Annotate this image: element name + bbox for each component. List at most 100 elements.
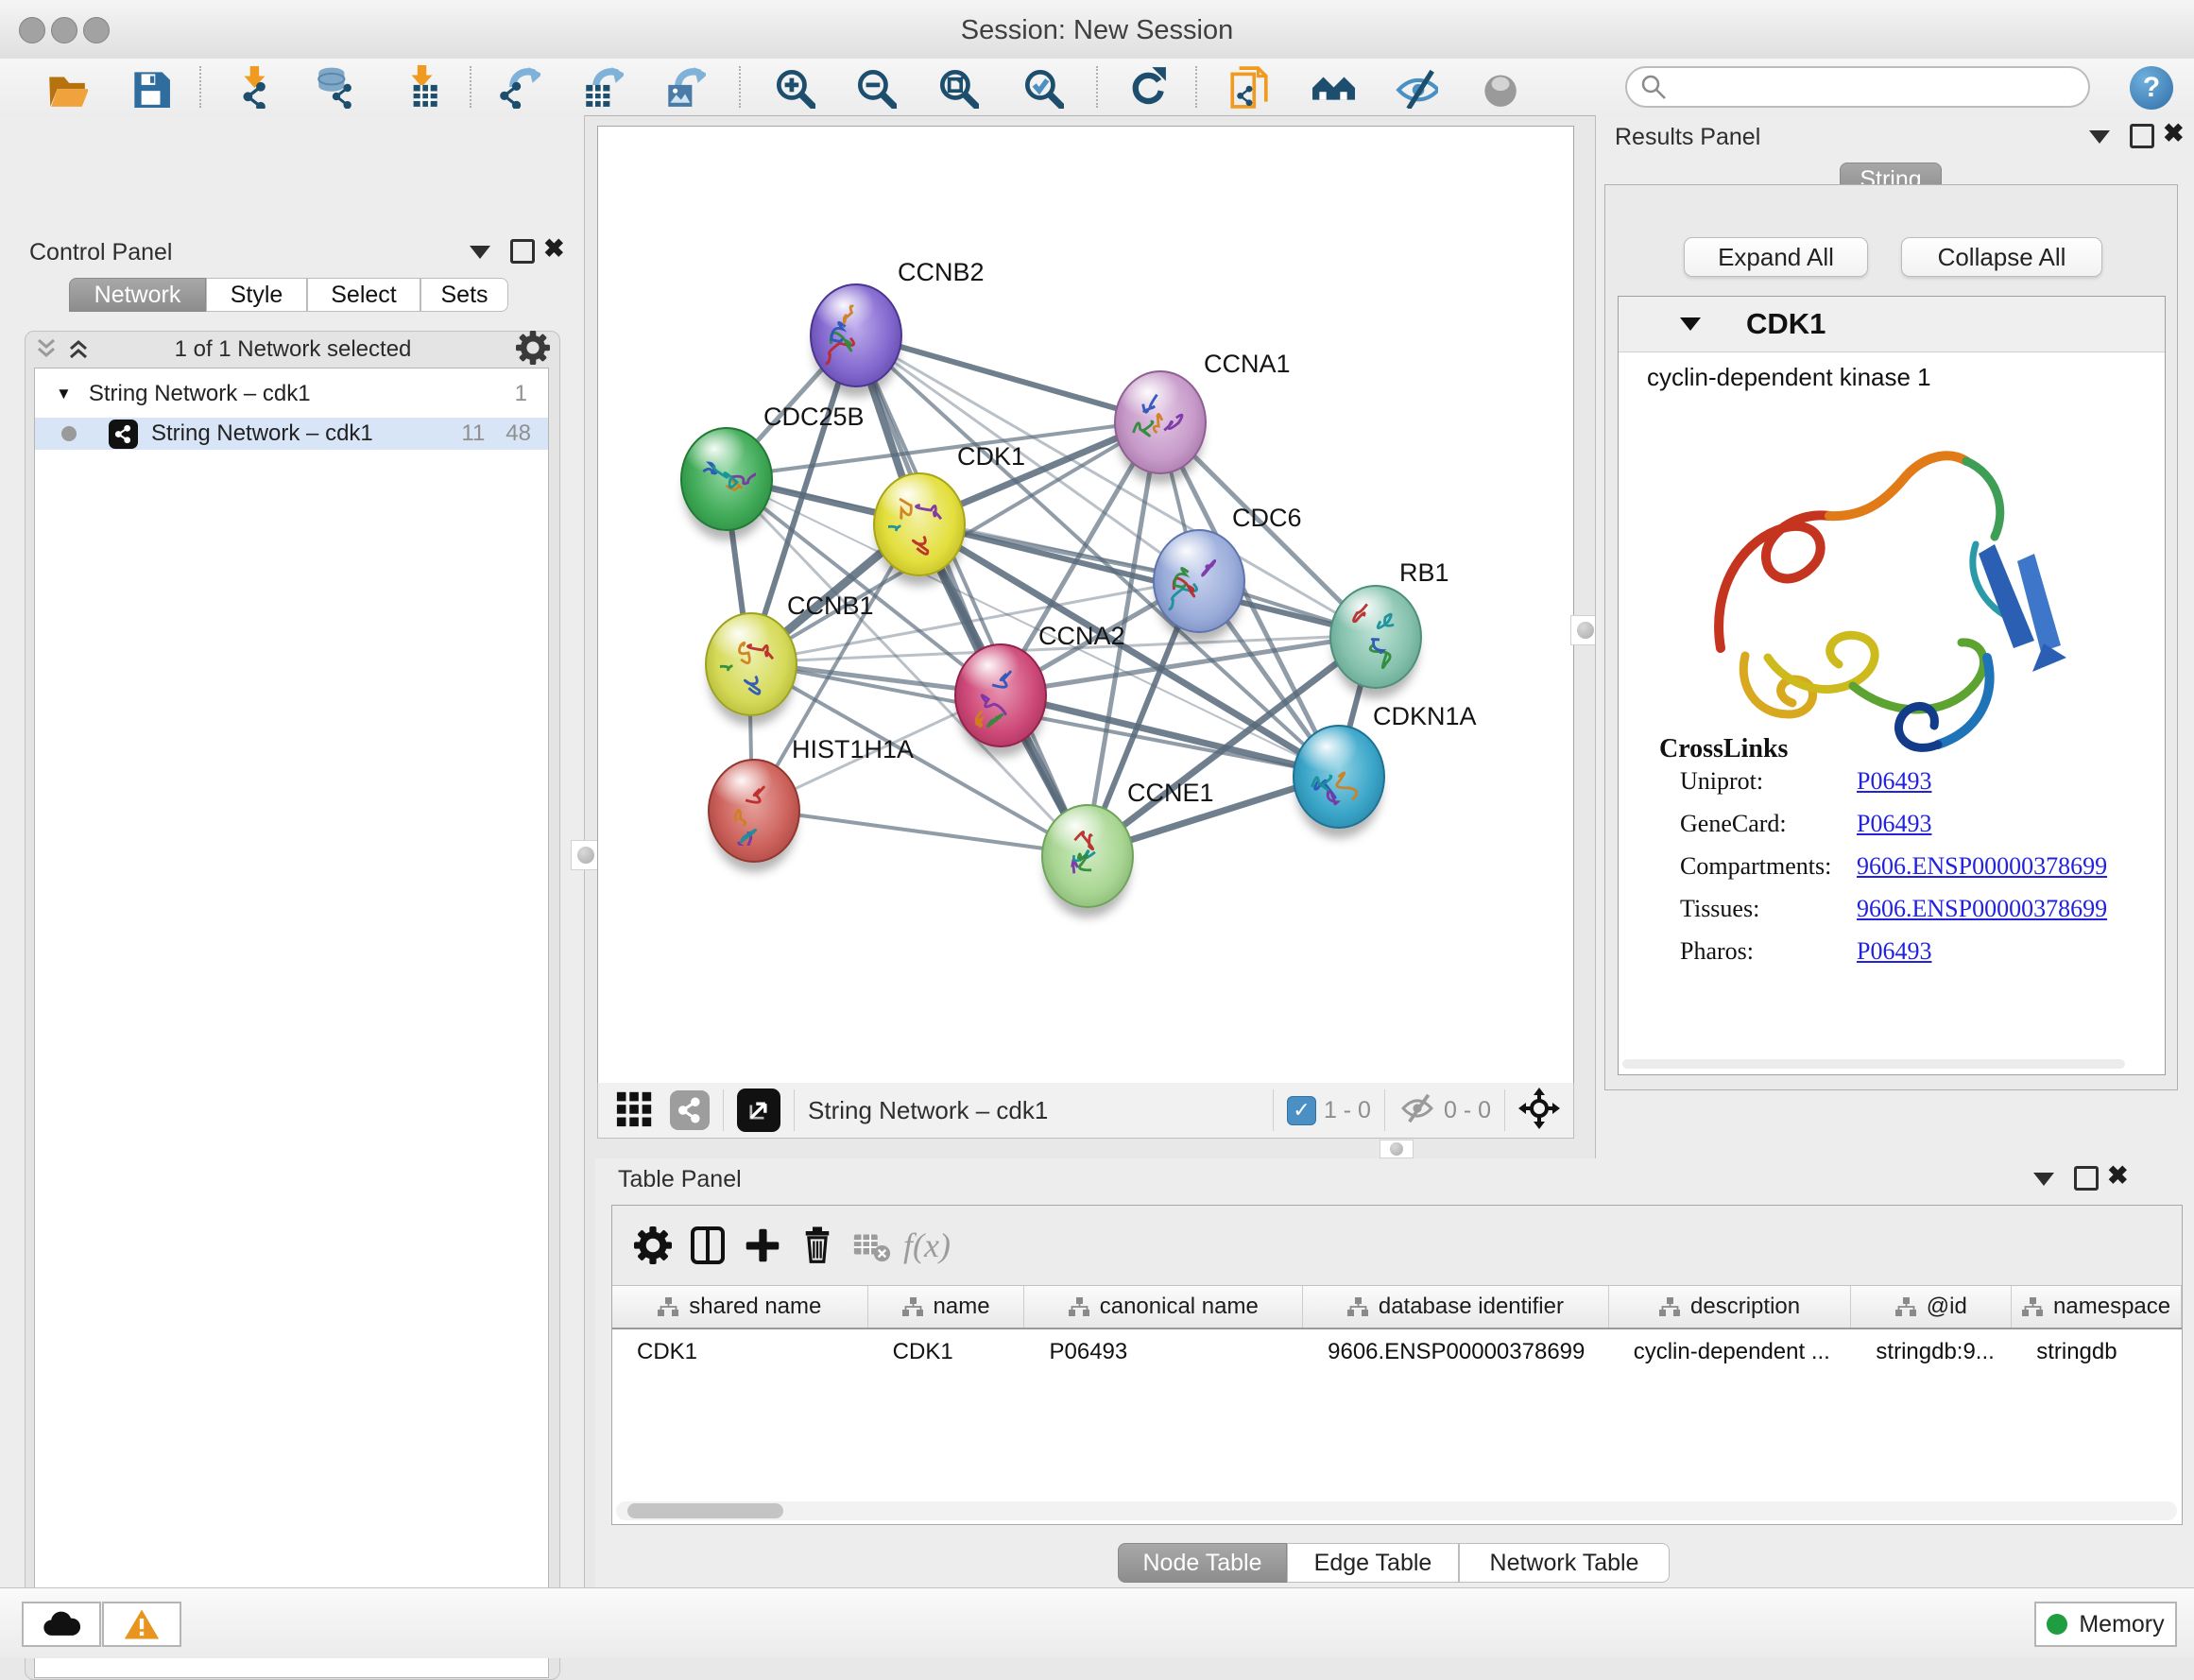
protein-description: cyclin-dependent kinase 1 xyxy=(1647,363,1931,392)
expand-all-icon[interactable] xyxy=(66,336,85,361)
tab-network[interactable]: Network xyxy=(69,278,206,312)
string-network-icon[interactable] xyxy=(670,1090,710,1130)
home-button[interactable] xyxy=(1311,64,1356,110)
open-session-button[interactable] xyxy=(43,64,89,110)
network-node-ccna2[interactable] xyxy=(954,643,1047,747)
crosslink-link[interactable]: 9606.ENSP00000378699 xyxy=(1857,895,2107,923)
hidden-eye-icon xyxy=(1398,1089,1436,1132)
tab-edge-table[interactable]: Edge Table xyxy=(1287,1543,1459,1583)
grid-view-icon[interactable] xyxy=(615,1089,655,1133)
show-columns-icon[interactable] xyxy=(680,1218,735,1273)
refresh-layout-button[interactable] xyxy=(1123,64,1169,110)
share-document-button[interactable] xyxy=(1226,64,1271,110)
toolbar-separator xyxy=(199,66,201,108)
crosslink-link[interactable]: P06493 xyxy=(1857,767,1931,796)
protein-thumbnail xyxy=(1345,602,1405,672)
float-panel-icon[interactable] xyxy=(2130,124,2154,148)
table-row[interactable]: CDK1CDK1P064939606.ENSP00000378699cyclin… xyxy=(612,1331,2182,1373)
protein-thumbnail xyxy=(723,776,783,846)
selected-count-checkbox[interactable]: ✓ xyxy=(1287,1096,1316,1125)
crosslink-link[interactable]: 9606.ENSP00000378699 xyxy=(1857,852,2107,881)
column-header-description[interactable]: description xyxy=(1609,1286,1852,1328)
show-items-button[interactable] xyxy=(1476,64,1521,110)
save-session-button[interactable] xyxy=(127,64,172,110)
collapse-protein-icon[interactable] xyxy=(1680,317,1701,331)
tab-style[interactable]: Style xyxy=(206,278,307,312)
memory-button[interactable]: Memory xyxy=(2034,1602,2177,1647)
table-cell[interactable]: cyclin-dependent ... xyxy=(1609,1331,1852,1373)
search-input[interactable] xyxy=(1625,66,2090,108)
network-edge[interactable] xyxy=(854,334,1086,854)
column-header-databaseidentifier[interactable]: database identifier xyxy=(1303,1286,1609,1328)
export-table-button[interactable] xyxy=(579,64,625,110)
network-node-cdk1[interactable] xyxy=(873,472,966,576)
close-panel-icon[interactable]: ✖ xyxy=(2163,121,2185,146)
tab-node-table[interactable]: Node Table xyxy=(1118,1543,1287,1583)
warnings-button[interactable] xyxy=(102,1602,181,1647)
close-panel-icon[interactable]: ✖ xyxy=(2107,1163,2129,1189)
table-cell[interactable]: CDK1 xyxy=(868,1331,1025,1373)
network-node-rb1[interactable] xyxy=(1329,585,1422,689)
column-header-name[interactable]: name xyxy=(868,1286,1025,1328)
hide-items-button[interactable] xyxy=(1394,64,1439,110)
tree-expand-arrow-icon[interactable]: ▼ xyxy=(56,385,72,403)
column-header-canonicalname[interactable]: canonical name xyxy=(1024,1286,1303,1328)
network-node-cdkn1a[interactable] xyxy=(1293,725,1385,829)
collapse-all-button[interactable]: Collapse All xyxy=(1901,237,2102,277)
import-network-button[interactable] xyxy=(233,64,279,110)
table-cell[interactable]: CDK1 xyxy=(612,1331,868,1373)
zoom-fit-button[interactable] xyxy=(934,64,980,110)
column-header-namespace[interactable]: namespace xyxy=(2012,1286,2182,1328)
network-node-ccnb2[interactable] xyxy=(810,283,902,387)
pan-crosshair-icon[interactable] xyxy=(1518,1088,1560,1134)
close-panel-icon[interactable]: ✖ xyxy=(543,236,565,262)
zoom-out-button[interactable] xyxy=(852,64,898,110)
table-settings-gear-icon[interactable] xyxy=(626,1218,680,1273)
network-node-ccnb1[interactable] xyxy=(705,612,797,716)
expand-all-button[interactable]: Expand All xyxy=(1684,237,1868,277)
collapse-panel-icon[interactable] xyxy=(2033,1173,2054,1186)
network-node-cdc25b[interactable] xyxy=(680,427,773,531)
tree-row-collection[interactable]: ▼ String Network – cdk1 1 xyxy=(35,378,548,410)
tree-row-network[interactable]: String Network – cdk1 11 48 xyxy=(35,418,548,450)
export-image-button[interactable] xyxy=(661,64,707,110)
zoom-selected-button[interactable] xyxy=(1020,64,1065,110)
table-horizontal-scrollbar[interactable] xyxy=(616,1501,2177,1520)
protein-thumbnail xyxy=(969,660,1030,730)
import-table-button[interactable] xyxy=(399,64,444,110)
float-panel-icon[interactable] xyxy=(510,239,535,264)
network-canvas[interactable]: CCNB2CCNA1CDC25BCDK1CDC6RB1CCNB1CCNA2CDK… xyxy=(597,126,1574,1084)
network-edge[interactable] xyxy=(752,809,1086,854)
help-button[interactable]: ? xyxy=(2130,66,2173,110)
open-in-window-icon[interactable] xyxy=(737,1089,780,1132)
export-network-button[interactable] xyxy=(496,64,541,110)
column-header-id[interactable]: @id xyxy=(1851,1286,2012,1328)
tab-network-table[interactable]: Network Table xyxy=(1459,1543,1670,1583)
crosslink-link[interactable]: P06493 xyxy=(1857,810,1931,838)
table-cell[interactable]: stringdb:9... xyxy=(1851,1331,2012,1373)
table-cell[interactable]: 9606.ENSP00000378699 xyxy=(1303,1331,1609,1373)
import-database-icon xyxy=(314,65,357,109)
add-column-icon[interactable] xyxy=(735,1218,790,1273)
tab-sets[interactable]: Sets xyxy=(420,278,508,312)
collapse-panel-icon[interactable] xyxy=(470,246,490,259)
results-scrollbar[interactable] xyxy=(1622,1059,2125,1069)
cloud-button[interactable] xyxy=(22,1602,101,1647)
crosslink-link[interactable]: P06493 xyxy=(1857,937,1931,966)
import-database-button[interactable] xyxy=(313,64,358,110)
delete-column-trash-icon[interactable] xyxy=(790,1218,845,1273)
network-options-gear-icon[interactable] xyxy=(516,331,550,369)
network-node-hist1h1a[interactable] xyxy=(708,759,800,863)
network-node-cdc6[interactable] xyxy=(1153,529,1245,633)
network-node-ccne1[interactable] xyxy=(1041,804,1134,908)
collapse-all-icon[interactable] xyxy=(34,336,53,361)
table-cell[interactable]: P06493 xyxy=(1024,1331,1303,1373)
table-cell[interactable]: stringdb xyxy=(2012,1331,2182,1373)
zoom-in-button[interactable] xyxy=(771,64,816,110)
horizontal-splitter[interactable] xyxy=(1380,1140,1414,1158)
network-node-ccna1[interactable] xyxy=(1114,370,1207,474)
float-panel-icon[interactable] xyxy=(2074,1166,2099,1191)
collapse-panel-icon[interactable] xyxy=(2089,130,2110,144)
column-header-sharedname[interactable]: shared name xyxy=(612,1286,868,1328)
tab-select[interactable]: Select xyxy=(307,278,420,312)
